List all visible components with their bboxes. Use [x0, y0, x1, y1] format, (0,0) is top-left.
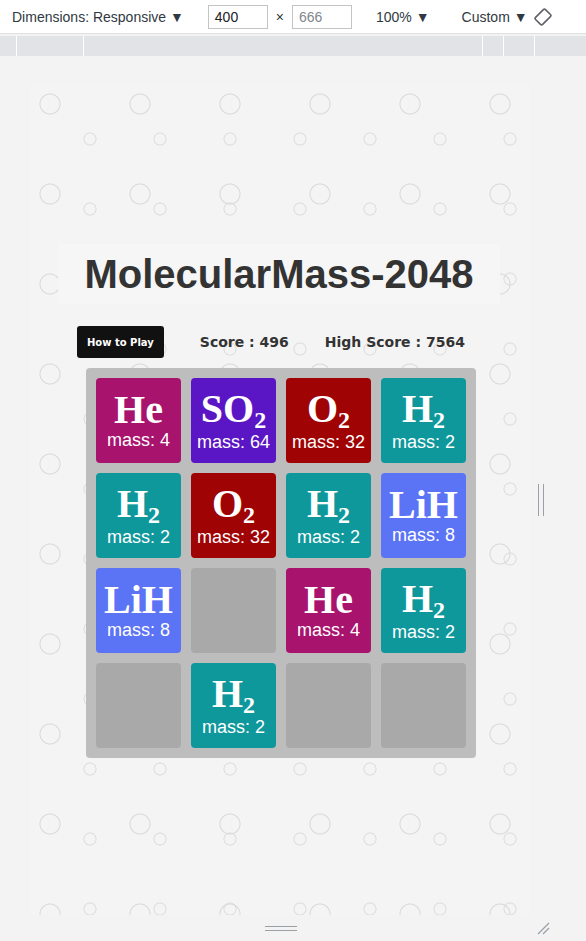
- dimensions-dropdown[interactable]: Dimensions: Responsive ▼: [12, 9, 184, 25]
- tile-mass: mass: 32: [292, 432, 365, 453]
- molecule-tile: LiHmass: 8: [96, 568, 181, 653]
- tile-formula: SO2: [201, 389, 266, 432]
- empty-cell: [286, 663, 371, 748]
- tile-mass: mass: 2: [297, 527, 360, 548]
- ruler-segment[interactable]: [483, 36, 504, 56]
- device-toolbar: Dimensions: Responsive ▼ 400 × 666 100% ▼ Cus…: [0, 0, 586, 34]
- tile-formula: H2: [117, 484, 160, 527]
- tile-formula: H2: [212, 674, 255, 717]
- width-field[interactable]: 400: [208, 5, 268, 29]
- game-board[interactable]: Hemass: 4SO2mass: 64O2mass: 32H2mass: 2H…: [86, 368, 476, 758]
- tile-mass: mass: 4: [107, 430, 170, 451]
- molecule-tile: H2mass: 2: [381, 378, 466, 463]
- bottom-handles: [30, 915, 550, 941]
- height-field[interactable]: 666: [292, 5, 352, 29]
- empty-cell: [381, 663, 466, 748]
- high-score: High Score : 7564: [325, 334, 465, 350]
- ruler-segment[interactable]: [0, 36, 17, 56]
- devtools-page: Dimensions: Responsive ▼ 400 × 666 100% ▼ Cus…: [0, 0, 586, 941]
- tile-mass: mass: 8: [392, 525, 455, 546]
- empty-cell: [191, 568, 276, 653]
- times-sign: ×: [276, 9, 284, 25]
- zoom-dropdown[interactable]: 100% ▼: [376, 9, 430, 25]
- formula-subscript: 2: [433, 407, 445, 433]
- how-to-play-button[interactable]: How to Play: [77, 326, 164, 358]
- tile-formula: O2: [307, 389, 350, 432]
- device-row: MolecularMass-2048 How to Play Score : 496…: [30, 84, 586, 915]
- tile-mass: mass: 2: [202, 717, 265, 738]
- ruler-segment[interactable]: [535, 36, 586, 56]
- tile-mass: mass: 2: [107, 527, 170, 548]
- tile-mass: mass: 32: [197, 527, 270, 548]
- ruler-segment[interactable]: [17, 36, 84, 56]
- tile-mass: mass: 2: [392, 622, 455, 643]
- formula-subscript: 2: [254, 407, 266, 433]
- height-resize-handle[interactable]: [265, 926, 297, 931]
- device-stage: MolecularMass-2048 How to Play Score : 496…: [0, 56, 586, 941]
- tile-formula: LiH: [104, 580, 173, 620]
- tile-mass: mass: 2: [392, 432, 455, 453]
- formula-subscript: 2: [433, 597, 445, 623]
- media-query-ruler: [0, 36, 586, 56]
- molecule-tile: LiHmass: 8: [381, 473, 466, 558]
- molecule-tile: H2mass: 2: [286, 473, 371, 558]
- ruler-segment[interactable]: [504, 36, 535, 56]
- width-resize-handle[interactable]: [538, 484, 544, 516]
- corner-resize-icon[interactable]: [536, 921, 550, 935]
- tile-mass: mass: 8: [107, 620, 170, 641]
- throttle-dropdown[interactable]: Custom ▼: [462, 9, 528, 25]
- tile-mass: mass: 64: [197, 432, 270, 453]
- tile-formula: H2: [307, 484, 350, 527]
- tile-formula: O2: [212, 484, 255, 527]
- rotate-icon[interactable]: [534, 8, 552, 26]
- molecule-tile: SO2mass: 64: [191, 378, 276, 463]
- formula-subscript: 2: [338, 502, 350, 528]
- formula-subscript: 2: [148, 502, 160, 528]
- device-viewport: MolecularMass-2048 How to Play Score : 496…: [30, 84, 530, 915]
- tile-mass: mass: 4: [297, 620, 360, 641]
- tile-formula: LiH: [389, 485, 458, 525]
- molecule-tile: Hemass: 4: [96, 378, 181, 463]
- molecule-tile: O2mass: 32: [191, 473, 276, 558]
- score-bar: How to Play Score : 496 High Score : 7564: [77, 326, 530, 358]
- score: Score : 496: [200, 334, 289, 350]
- molecule-tile: Hemass: 4: [286, 568, 371, 653]
- molecule-tile: O2mass: 32: [286, 378, 371, 463]
- tile-formula: He: [304, 580, 353, 620]
- molecule-tile: H2mass: 2: [96, 473, 181, 558]
- molecule-tile: H2mass: 2: [191, 663, 276, 748]
- game-title: MolecularMass-2048: [84, 252, 473, 296]
- formula-subscript: 2: [243, 502, 255, 528]
- formula-subscript: 2: [338, 407, 350, 433]
- tile-formula: H2: [402, 579, 445, 622]
- tile-formula: He: [114, 390, 163, 430]
- tile-formula: H2: [402, 389, 445, 432]
- molecule-tile: H2mass: 2: [381, 568, 466, 653]
- formula-subscript: 2: [243, 692, 255, 718]
- title-box: MolecularMass-2048: [58, 244, 500, 304]
- empty-cell: [96, 663, 181, 748]
- ruler-segment[interactable]: [84, 36, 483, 56]
